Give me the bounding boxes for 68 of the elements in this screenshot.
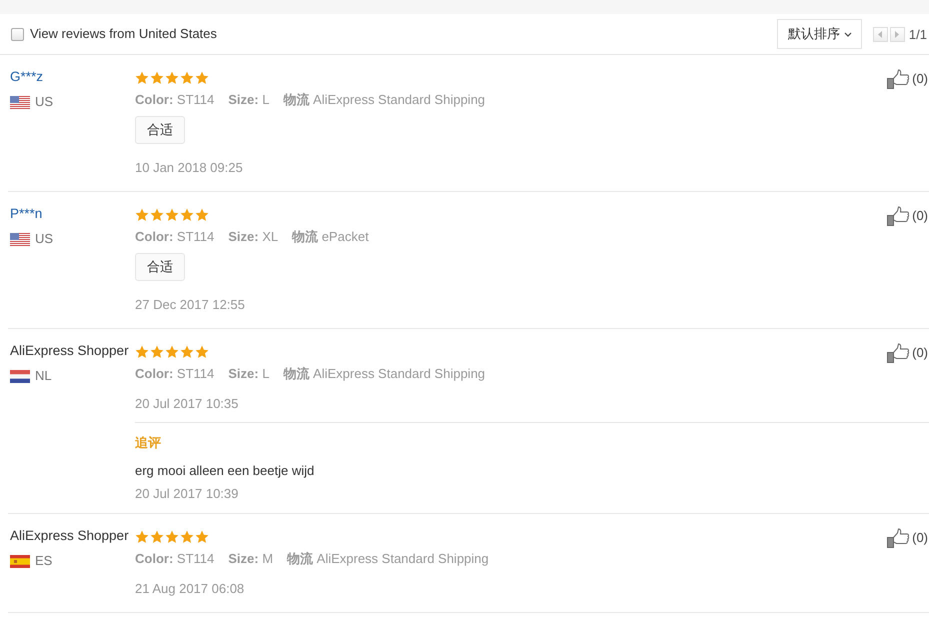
left-triangle-icon xyxy=(878,30,882,38)
flag-icon xyxy=(10,96,30,108)
star-icon xyxy=(165,208,179,220)
product-attribute: Color: ST114 xyxy=(135,365,214,383)
flag-icon xyxy=(10,232,30,246)
thumbs-up-icon[interactable] xyxy=(887,69,910,89)
checkbox[interactable] xyxy=(11,28,24,40)
star-icon xyxy=(150,530,164,542)
star-icon xyxy=(180,344,194,358)
review-tag: 合适 xyxy=(135,116,185,144)
follow-up-label: 追评 xyxy=(135,434,161,452)
review-date: 21 Aug 2017 06:08 xyxy=(135,580,244,598)
product-attribute: 物流 AliExpress Standard Shipping xyxy=(283,365,486,383)
like-count: (0) xyxy=(912,344,928,362)
right-triangle-icon xyxy=(895,30,900,38)
product-attribute: Color: ST114 xyxy=(135,228,214,246)
star-icon xyxy=(180,208,194,220)
star-icon xyxy=(180,530,194,542)
product-attribute: Color: ST114 xyxy=(135,91,214,109)
filter-label[interactable]: View reviews from United States xyxy=(30,25,217,43)
sort-dropdown[interactable]: 默认排序 xyxy=(776,19,862,49)
reviewer-name[interactable]: P***n xyxy=(10,205,42,223)
review-tag: 合适 xyxy=(135,253,185,281)
star-icon xyxy=(195,344,209,358)
follow-up-date: 20 Jul 2017 10:39 xyxy=(135,485,238,503)
like-count: (0) xyxy=(912,207,928,225)
product-attribute: Color: ST114 xyxy=(135,550,214,568)
star-icon xyxy=(195,208,209,220)
reviewer-name[interactable]: G***z xyxy=(10,68,44,86)
follow-up-text: erg mooi alleen een beetje wijd xyxy=(135,462,314,480)
product-attribute: Size: XL xyxy=(228,228,278,246)
star-icon xyxy=(165,530,179,542)
star-icon xyxy=(195,70,209,84)
star-icon xyxy=(135,344,149,358)
page-indicator: 1/1 xyxy=(908,26,927,42)
review-date: 27 Dec 2017 12:55 xyxy=(135,296,245,314)
reviewer-name: AliExpress Shopper xyxy=(10,527,129,545)
product-attribute: 物流 AliExpress Standard Shipping xyxy=(287,550,489,568)
product-attribute: 物流 ePacket xyxy=(292,228,369,246)
star-icon xyxy=(150,70,164,84)
product-attribute: 物流 AliExpress Standard Shipping xyxy=(283,91,486,109)
star-icon xyxy=(150,344,164,358)
chevron-down-icon xyxy=(844,32,852,36)
country-code: US xyxy=(35,93,54,111)
star-icon xyxy=(135,208,149,220)
product-attribute: Size: L xyxy=(228,365,270,383)
product-attribute: Size: M xyxy=(228,550,274,568)
flag-icon xyxy=(10,370,30,382)
product-attribute: Size: L xyxy=(228,91,270,109)
star-icon xyxy=(180,70,194,84)
review-date: 10 Jan 2018 09:25 xyxy=(135,159,243,177)
country-code: US xyxy=(35,230,54,248)
thumbs-up-icon[interactable] xyxy=(887,528,910,548)
thumbs-up-icon[interactable] xyxy=(887,343,910,363)
review-date: 20 Jul 2017 10:35 xyxy=(135,395,238,413)
star-icon xyxy=(150,208,164,220)
country-code: ES xyxy=(35,552,52,570)
star-icon xyxy=(195,530,209,542)
star-icon xyxy=(165,344,179,358)
country-code: NL xyxy=(35,367,52,385)
flag-icon xyxy=(10,554,30,568)
star-icon xyxy=(165,70,179,84)
thumbs-up-icon[interactable] xyxy=(887,206,910,226)
like-count: (0) xyxy=(912,70,928,88)
reviewer-name: AliExpress Shopper xyxy=(10,342,129,360)
star-icon xyxy=(135,530,149,542)
like-count: (0) xyxy=(912,529,928,547)
star-icon xyxy=(135,70,149,84)
